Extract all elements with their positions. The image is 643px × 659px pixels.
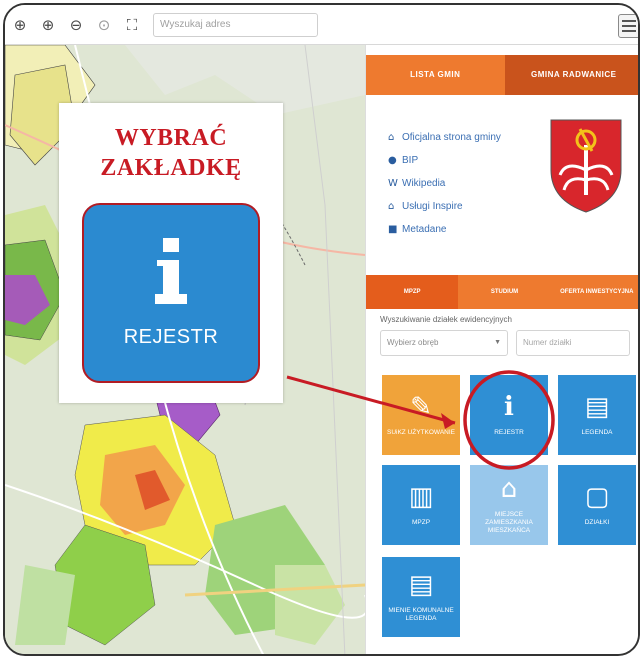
callout-title-line2: ZAKŁADKĘ [100, 155, 242, 181]
book-icon: ■ [388, 223, 398, 235]
bank-icon: ⌂ [388, 200, 395, 212]
map-toolbar: ⊕ ⊕ ⊖ ⊙ ⛶ Wyszukaj adres [5, 5, 638, 45]
instruction-callout: WYBRAĆ ZAKŁADKĘ REJESTR [59, 103, 283, 403]
link-label: Wikipedia [402, 177, 446, 189]
mid-tabs: MPZP STUDIUM OFERTA INWESTYCYJNA [366, 275, 638, 309]
house-icon: ⌂ [500, 474, 518, 504]
menu-icon[interactable] [618, 14, 638, 38]
obreb-select[interactable]: Wybierz obręb ▼ [380, 330, 508, 356]
link-label: Metadane [402, 223, 447, 235]
link-label: BIP [402, 154, 419, 166]
link-inspire[interactable]: ⌂ Usługi Inspire [388, 196, 538, 216]
parcel-number-input[interactable]: Numer działki [516, 330, 630, 356]
tile-label: MIENIE KOMUNALNE LEGENDA [388, 607, 454, 622]
link-wikipedia[interactable]: W Wikipedia [388, 173, 538, 193]
parcel-search-label: Wyszukiwanie działek ewidencyjnych [380, 315, 512, 324]
tab-oferta-inwestycyjna[interactable]: OFERTA INWESTYCYJNA [550, 275, 638, 309]
link-bip[interactable]: ● BIP [388, 150, 538, 170]
tile-label: SUiKZ UŻYTKOWANIE [386, 429, 455, 436]
side-panel: LISTA GMIN GMINA RADWANICE ⌂ Oficjalna s… [365, 45, 638, 654]
tab-lista-gmin[interactable]: LISTA GMIN [366, 55, 505, 95]
tile-label: DZIAŁKI [584, 519, 610, 526]
tile-label: LEGENDA [581, 429, 613, 436]
wikipedia-icon: W [388, 177, 398, 189]
link-label: Oficjalna strona gminy [402, 131, 501, 143]
obreb-select-value: Wybierz obręb [387, 338, 439, 347]
crosshair-icon[interactable]: ⊕ [9, 14, 31, 36]
tile-legenda[interactable]: ▤ LEGENDA [558, 375, 636, 455]
tile-mienie-komunalne[interactable]: ▤ MIENIE KOMUNALNE LEGENDA [382, 557, 460, 637]
callout-button-label: REJESTR [123, 325, 219, 348]
callout-rejestr-button: REJESTR [82, 203, 260, 383]
callout-title: WYBRAĆ ZAKŁADKĘ [59, 123, 283, 183]
square-icon: ▢ [584, 482, 610, 512]
tab-studium[interactable]: STUDIUM [458, 275, 551, 309]
tab-gmina-radwanice[interactable]: GMINA RADWANICE [504, 55, 638, 95]
map-legend-icon: ▤ [408, 570, 434, 600]
tile-miejsce-zamieszkania[interactable]: ⌂ MIEJSCE ZAMIESZKANIA MIESZKAŃCA [470, 465, 548, 545]
link-official-site[interactable]: ⌂ Oficjalna strona gminy [388, 127, 538, 147]
info-icon [151, 237, 191, 308]
tile-mpzp[interactable]: ▥ MPZP [382, 465, 460, 545]
link-metadata[interactable]: ■ Metadane [388, 219, 538, 239]
fullscreen-icon[interactable]: ⛶ [121, 14, 143, 36]
callout-title-line1: WYBRAĆ [114, 125, 228, 151]
tab-mpzp[interactable]: MPZP [366, 275, 459, 309]
tile-label: MPZP [411, 519, 431, 526]
chevron-down-icon: ▼ [494, 339, 501, 346]
compass-icon: ✎ [410, 392, 432, 422]
map-legend-icon: ▤ [584, 392, 610, 422]
screenshot-frame: ⊕ ⊕ ⊖ ⊙ ⛶ Wyszukaj adres LISTA GMIN GMIN… [3, 3, 640, 656]
zoom-out-icon[interactable]: ⊖ [65, 14, 87, 36]
link-label: Usługi Inspire [402, 200, 463, 212]
parcel-search-row: Wybierz obręb ▼ Numer działki [380, 330, 630, 356]
tile-rejestr[interactable]: i REJESTR [470, 375, 548, 455]
tile-label: MIEJSCE ZAMIESZKANIA MIESZKAŃCA [485, 511, 533, 534]
home-icon: ⌂ [388, 131, 395, 143]
tile-suikz[interactable]: ✎ SUiKZ UŻYTKOWANIE [382, 375, 460, 455]
coat-of-arms [550, 119, 622, 213]
address-search-input[interactable]: Wyszukaj adres [153, 12, 318, 37]
gmina-links: ⌂ Oficjalna strona gminy ● BIP W Wikiped… [388, 127, 538, 242]
tile-label: REJESTR [494, 429, 524, 436]
info-icon: ● [388, 154, 397, 166]
zoom-in-icon[interactable]: ⊕ [37, 14, 59, 36]
map-icon: ▥ [408, 482, 434, 512]
top-tabs: LISTA GMIN GMINA RADWANICE [366, 55, 638, 95]
zoom-reset-icon[interactable]: ⊙ [93, 14, 115, 36]
tile-dzialki[interactable]: ▢ DZIAŁKI [558, 465, 636, 545]
info-icon: i [504, 392, 514, 422]
